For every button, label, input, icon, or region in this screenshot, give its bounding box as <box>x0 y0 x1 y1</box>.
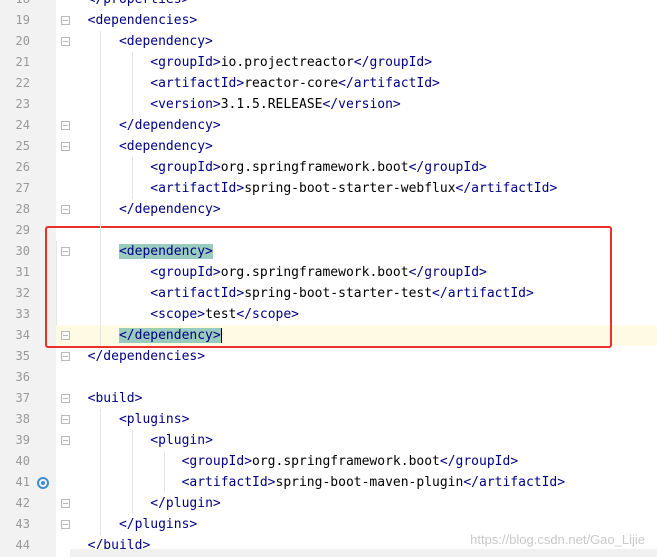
code-line[interactable]: <plugin> <box>72 430 213 451</box>
fold-marker-icon[interactable] <box>61 352 70 361</box>
fold-marker-icon[interactable] <box>61 121 70 130</box>
fold-marker-icon[interactable] <box>61 394 70 403</box>
line-number: 41 <box>15 475 30 489</box>
fold-marker-icon[interactable] <box>61 520 70 529</box>
line-number: 43 <box>15 517 30 531</box>
line-number: 37 <box>15 391 30 405</box>
line-number: 34 <box>15 328 30 342</box>
line-number: 24 <box>15 118 30 132</box>
code-editor[interactable]: 18 19 20 21 22 23 24 25 26 27 28 29 30 31 32 33 34 35 36 37… <box>0 0 657 557</box>
indent-guide <box>100 31 101 346</box>
line-number: 20 <box>15 34 30 48</box>
code-line[interactable]: <dependency> <box>72 136 213 157</box>
line-number: 40 <box>15 454 30 468</box>
indent-guide <box>132 52 133 115</box>
indent-guide <box>56 241 57 325</box>
code-line[interactable]: </plugins> <box>72 514 197 535</box>
code-line[interactable]: </dependencies> <box>72 346 205 367</box>
code-line[interactable]: <dependencies> <box>72 10 198 31</box>
indent-guide <box>164 451 165 493</box>
code-line[interactable]: </dependency> <box>72 115 221 136</box>
code-line[interactable]: <groupId>org.springframework.boot</group… <box>72 451 519 472</box>
line-number: 27 <box>15 181 30 195</box>
line-number: 23 <box>15 97 30 111</box>
fold-marker-icon[interactable] <box>61 37 70 46</box>
horizontal-scrollbar[interactable] <box>70 549 657 557</box>
code-line[interactable]: <groupId>io.projectreactor</groupId> <box>72 52 432 73</box>
line-number: 25 <box>15 139 30 153</box>
line-number: 19 <box>15 13 30 27</box>
highlight-box <box>45 226 612 348</box>
fold-marker-icon[interactable] <box>61 142 70 151</box>
fold-marker-icon[interactable] <box>61 205 70 214</box>
line-number: 38 <box>15 412 30 426</box>
code-line[interactable]: <groupId>org.springframework.boot</group… <box>72 157 487 178</box>
code-line[interactable]: <build> <box>72 388 143 409</box>
indent-guide <box>132 430 133 514</box>
code-line[interactable]: </plugin> <box>72 493 220 514</box>
line-number: 33 <box>15 307 30 321</box>
line-number: 35 <box>15 349 30 363</box>
line-number: 18 <box>0 0 30 10</box>
line-number: 29 <box>15 223 30 237</box>
code-line[interactable]: <plugins> <box>72 409 189 430</box>
line-number: 26 <box>15 160 30 174</box>
code-line[interactable]: </dependency> <box>72 199 221 220</box>
fold-marker-icon[interactable] <box>61 499 70 508</box>
code-line[interactable]: <dependency> <box>72 31 213 52</box>
code-line[interactable]: <artifactId>spring-boot-maven-plugin</ar… <box>72 472 566 493</box>
line-number: 39 <box>15 433 30 447</box>
fold-marker-icon[interactable] <box>61 436 70 445</box>
fold-marker-icon[interactable] <box>61 16 70 25</box>
code-line[interactable]: </properties> <box>72 0 190 10</box>
line-number: 21 <box>15 55 30 69</box>
indent-guide <box>132 157 133 199</box>
line-number: 44 <box>15 538 30 552</box>
indent-guide <box>100 409 101 535</box>
line-number: 22 <box>15 76 30 90</box>
code-line[interactable]: <version>3.1.5.RELEASE</version> <box>72 94 400 115</box>
fold-marker-icon[interactable] <box>61 415 70 424</box>
line-number: 32 <box>15 286 30 300</box>
line-number: 31 <box>15 265 30 279</box>
line-number: 30 <box>15 244 30 258</box>
watermark: https://blog.csdn.net/Gao_Lijie <box>470 532 645 547</box>
run-gear-icon[interactable] <box>37 477 49 489</box>
code-line[interactable]: <artifactId>reactor-core</artifactId> <box>72 73 440 94</box>
line-number: 42 <box>15 496 30 510</box>
code-line[interactable]: <artifactId>spring-boot-starter-webflux<… <box>72 178 557 199</box>
line-number: 36 <box>15 370 30 384</box>
line-number: 28 <box>15 202 30 216</box>
